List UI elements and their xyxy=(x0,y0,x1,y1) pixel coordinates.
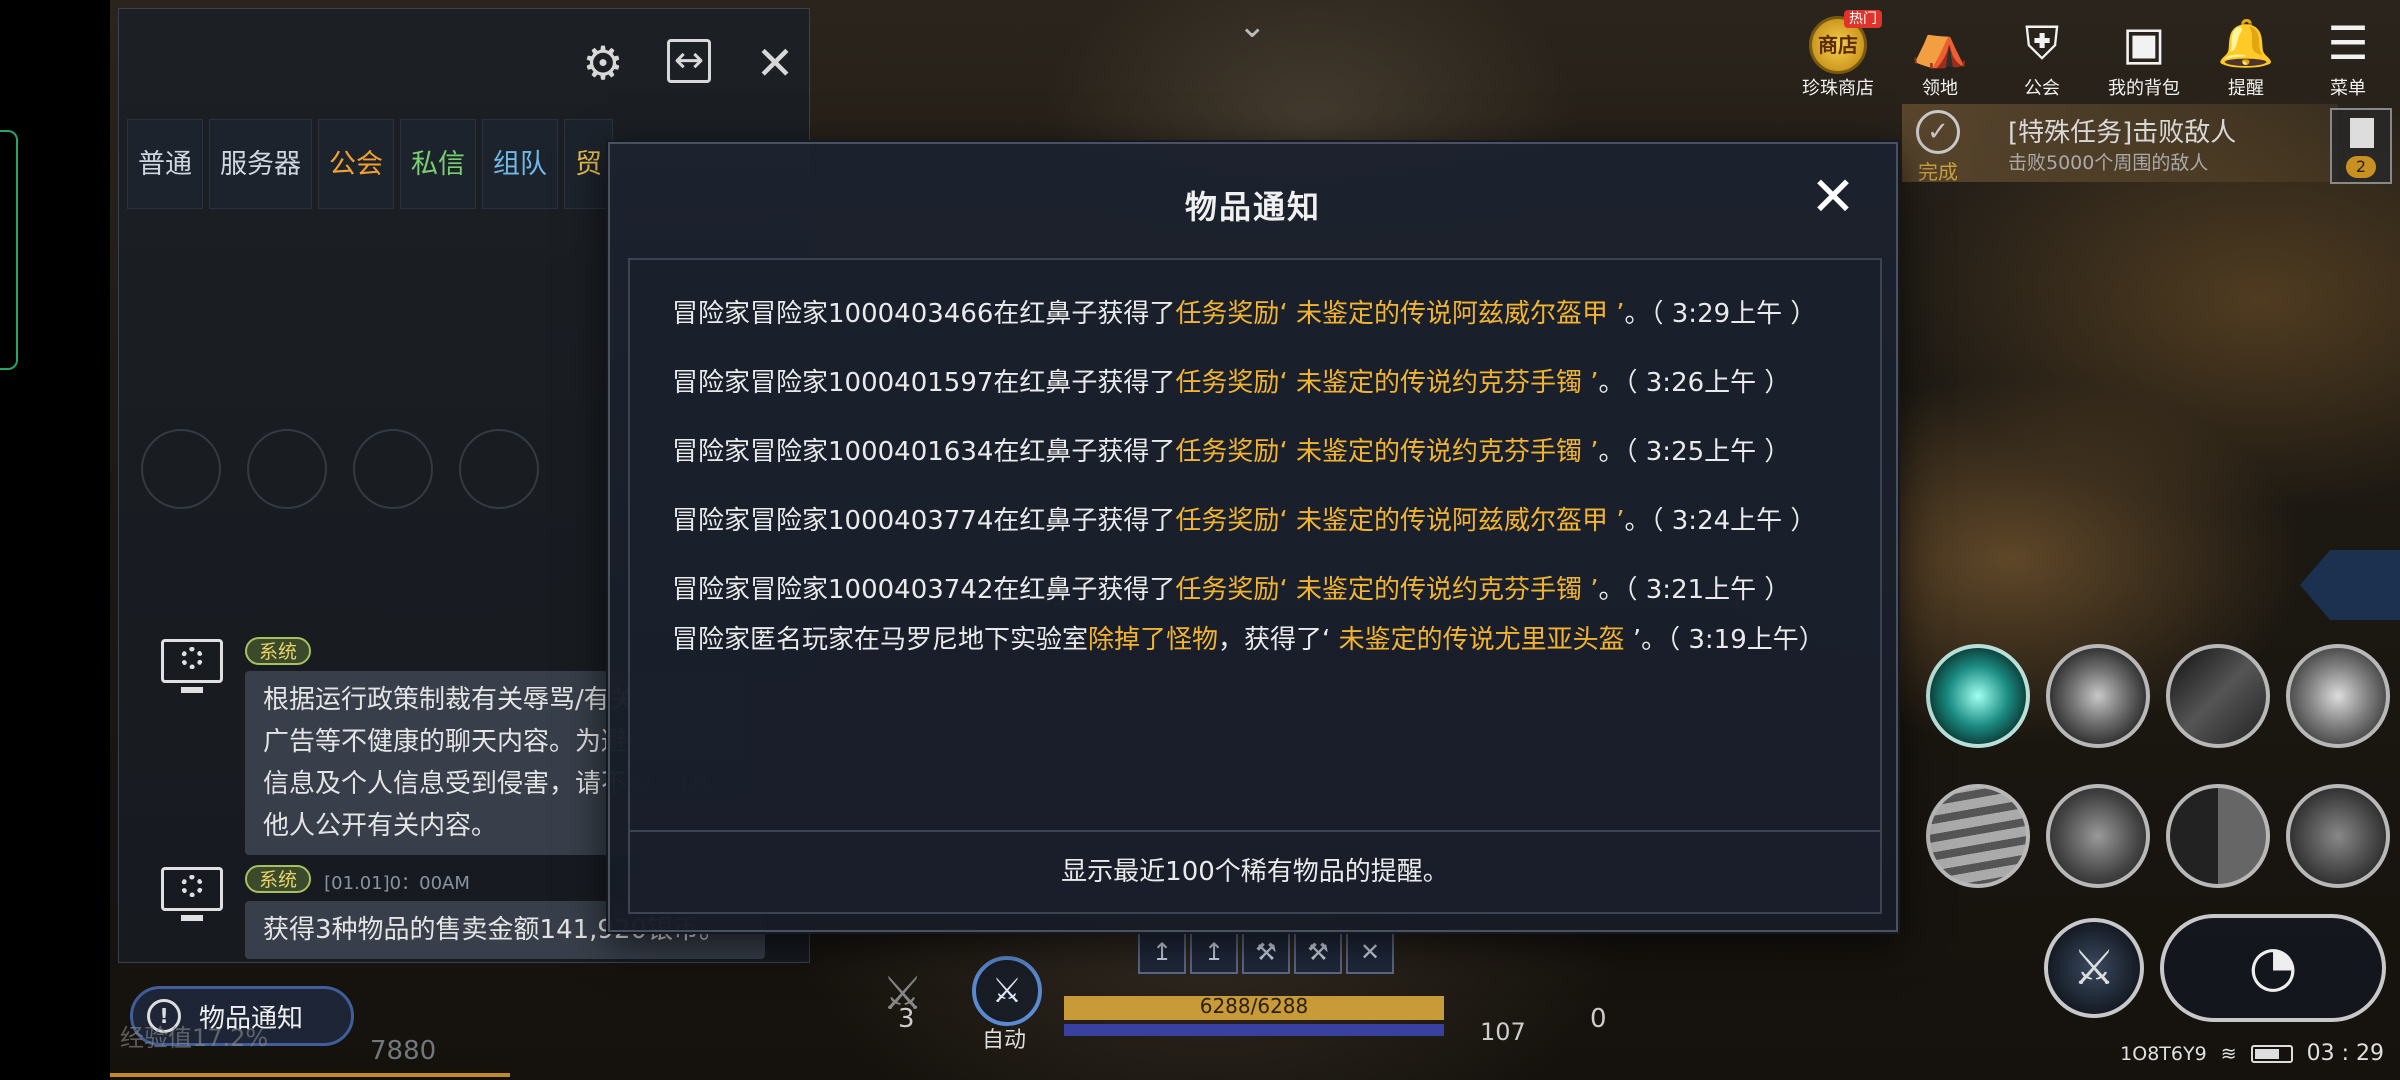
territory-button[interactable]: ⛺ 领地 xyxy=(1900,12,1980,100)
chat-tabs: 普通 服务器 公会 私信 组队 贸 xyxy=(127,119,613,209)
auto-battle-button[interactable]: ⚔ xyxy=(972,956,1042,1026)
skill-slot-8[interactable] xyxy=(2286,784,2390,888)
top-menu: 商店 热门 珍珠商店 ⛺ 领地 ⛨ 公会 ▣ 我的背包 🔔 提醒 ☰ 菜单 xyxy=(1798,10,2388,100)
quest-status: 完成 xyxy=(1918,160,1958,184)
system-badge: 系统 xyxy=(245,637,312,665)
chevron-down-icon[interactable]: ⌄ xyxy=(1238,6,1267,46)
power-value: 7880 xyxy=(370,1036,437,1066)
system-badge: 系统 xyxy=(245,865,312,893)
attack-button[interactable]: ◔ xyxy=(2160,914,2386,1022)
pearl-shop-label: 珍珠商店 xyxy=(1802,78,1874,99)
quest-count-badge: 2 xyxy=(2346,156,2376,178)
skill-slot-1[interactable] xyxy=(1926,644,2030,748)
chat-tab-normal[interactable]: 普通 xyxy=(127,119,203,209)
bell-icon: 🔔 xyxy=(2217,16,2275,70)
guild-label: 公会 xyxy=(2024,78,2060,99)
quest-subtitle: 击败5000个周围的敌人 xyxy=(2008,152,2209,174)
resize-icon[interactable]: ↔ xyxy=(667,39,711,83)
level-value: 107 xyxy=(1480,1018,1526,1046)
wifi-icon: ≋ xyxy=(2220,1042,2237,1065)
item-notification-dialog: 物品通知 ✕ 冒险家冒险家1000403466在红鼻子获得了任务奖励‘ 未鉴定的… xyxy=(608,142,1898,932)
xp-progress-line xyxy=(110,1073,510,1077)
device-status-bar: 1O8T6Y9 ≋ 03 : 29 xyxy=(2120,1041,2384,1066)
exp-text: 经验值17.2% xyxy=(120,1024,269,1052)
skill-slot-5[interactable] xyxy=(1926,784,2030,888)
message-time: [01.01]0：00AM xyxy=(324,872,470,894)
auto-label: 自动 xyxy=(982,1028,1027,1053)
sword-skill-button[interactable]: ⚔ xyxy=(2044,918,2144,1018)
skill-slot-4[interactable] xyxy=(2286,644,2390,748)
list-item: 冒险家匿名玩家在马罗尼地下实验室除掉了怪物，获得了‘ 未鉴定的传说尤里亚头盔 ’… xyxy=(672,625,1825,655)
zero-value: 0 xyxy=(1590,1004,1607,1034)
system-monitor-icon xyxy=(159,865,225,927)
system-monitor-icon xyxy=(159,637,225,699)
chat-tab-trade[interactable]: 贸 xyxy=(564,119,613,209)
battery-icon xyxy=(2250,1044,2293,1063)
chat-tab-guild[interactable]: 公会 xyxy=(318,119,394,209)
dialog-title: 物品通知 xyxy=(1184,188,1321,226)
quest-title: [特殊任务]击败敌人 xyxy=(2008,118,2237,148)
dialog-body: 冒险家冒险家1000403466在红鼻子获得了任务奖励‘ 未鉴定的传说阿兹威尔盔… xyxy=(628,258,1882,914)
edge-indicator xyxy=(0,130,18,370)
close-chat-icon[interactable]: ✕ xyxy=(751,39,799,87)
check-icon: ✓ xyxy=(1916,110,1960,154)
mp-bar xyxy=(1064,1024,1444,1036)
skill-slot-6[interactable] xyxy=(2046,784,2150,888)
close-icon[interactable]: ✕ xyxy=(1808,170,1858,224)
book-icon xyxy=(2350,118,2374,148)
buff-slot[interactable]: ↥ xyxy=(1190,930,1238,974)
settings-gear-icon[interactable]: ⚙ xyxy=(579,39,627,87)
chat-tab-server[interactable]: 服务器 xyxy=(209,119,312,209)
list-item: 冒险家冒险家1000401597在红鼻子获得了任务奖励‘ 未鉴定的传说约克芬手镯… xyxy=(672,368,1791,398)
device-id: 1O8T6Y9 xyxy=(2120,1042,2207,1065)
list-item: 冒险家冒险家1000403774在红鼻子获得了任务奖励‘ 未鉴定的传说阿兹威尔盔… xyxy=(672,506,1817,536)
menu-label: 菜单 xyxy=(2330,78,2366,99)
clock-time: 03 : 29 xyxy=(2306,1041,2384,1066)
buff-slot[interactable]: ↥ xyxy=(1138,930,1186,974)
faded-slot xyxy=(247,429,327,509)
buff-slot[interactable]: ✕ xyxy=(1346,930,1394,974)
list-item: 冒险家冒险家1000403742在红鼻子获得了任务奖励‘ 未鉴定的传说约克芬手镯… xyxy=(672,575,1791,605)
territory-icon: ⛺ xyxy=(1911,16,1969,70)
guild-button[interactable]: ⛨ 公会 xyxy=(2002,12,2082,100)
dialog-footer-text: 显示最近100个稀有物品的提醒。 xyxy=(630,830,1880,912)
list-item: 冒险家冒险家1000403466在红鼻子获得了任务奖励‘ 未鉴定的传说阿兹威尔盔… xyxy=(672,299,1817,329)
hot-badge: 热门 xyxy=(1844,10,1882,28)
buff-slot[interactable]: ⚒ xyxy=(1294,930,1342,974)
menu-icon: ☰ xyxy=(2327,16,2369,70)
faded-slot xyxy=(459,429,539,509)
skill-slot-7[interactable] xyxy=(2166,784,2270,888)
chat-tab-whisper[interactable]: 私信 xyxy=(400,119,476,209)
faded-slot xyxy=(141,429,221,509)
quest-tracker[interactable]: ✓ 完成 [特殊任务]击败敌人 击败5000个周围的敌人 xyxy=(1902,104,2338,184)
backpack-icon: ▣ xyxy=(2122,16,2166,70)
chat-header: ⚙ ↔ ✕ xyxy=(579,39,799,87)
buff-slot[interactable]: ⚒ xyxy=(1242,930,1290,974)
guild-icon: ⛨ xyxy=(2024,16,2060,70)
reminder-label: 提醒 xyxy=(2228,78,2264,99)
hp-text: 6288/6288 xyxy=(1199,994,1309,1018)
territory-label: 领地 xyxy=(1922,78,1958,99)
list-item: 冒险家冒险家1000401634在红鼻子获得了任务奖励‘ 未鉴定的传说约克芬手镯… xyxy=(672,437,1791,467)
slot-count: 3 xyxy=(898,1004,915,1034)
backpack-button[interactable]: ▣ 我的背包 xyxy=(2104,12,2184,100)
backpack-label: 我的背包 xyxy=(2108,78,2180,99)
chat-tab-party[interactable]: 组队 xyxy=(482,119,558,209)
reminder-button[interactable]: 🔔 提醒 xyxy=(2206,12,2286,100)
menu-button[interactable]: ☰ 菜单 xyxy=(2308,12,2388,100)
faded-slot xyxy=(353,429,433,509)
skill-slot-2[interactable] xyxy=(2046,644,2150,748)
skill-slot-3[interactable] xyxy=(2166,644,2270,748)
quest-book-button[interactable]: 2 xyxy=(2330,108,2392,184)
pearl-shop-button[interactable]: 商店 热门 珍珠商店 xyxy=(1798,10,1882,100)
